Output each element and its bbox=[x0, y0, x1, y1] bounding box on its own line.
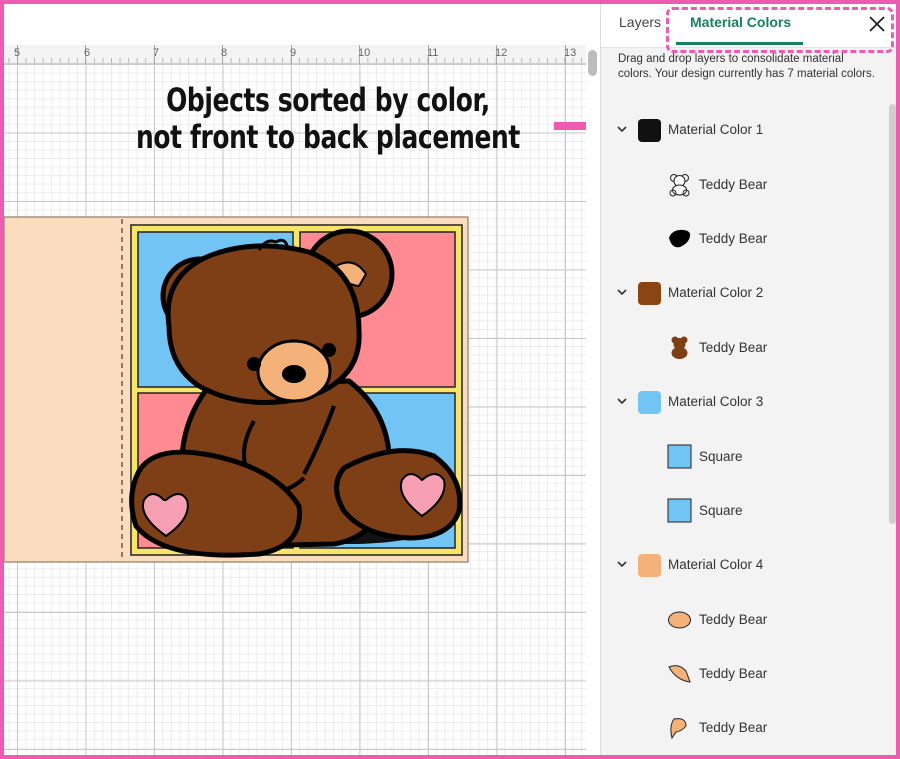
layer-label: Square bbox=[699, 449, 743, 464]
layer-label: Square bbox=[699, 503, 743, 518]
layer-label: Teddy Bear bbox=[699, 340, 768, 355]
panel-scrollbar[interactable] bbox=[889, 104, 896, 524]
layer-label: Teddy Bear bbox=[699, 666, 768, 681]
material-color-group[interactable]: Material Color 2 bbox=[601, 271, 889, 315]
panel-tabs: Layers Material Colors bbox=[601, 4, 897, 48]
help-text: Drag and drop layers to consolidate mate… bbox=[618, 53, 875, 80]
annotation-line-2: not front to back placement bbox=[136, 118, 520, 156]
layer-item[interactable]: Teddy Bear bbox=[601, 325, 889, 369]
material-color-label: Material Color 4 bbox=[668, 557, 764, 572]
layer-label: Teddy Bear bbox=[699, 177, 768, 192]
layer-item[interactable]: Square bbox=[601, 434, 889, 478]
chevron-down-icon[interactable] bbox=[616, 558, 628, 570]
ruler-label: 13 bbox=[564, 47, 577, 59]
material-color-label: Material Color 2 bbox=[668, 285, 764, 300]
pointer-arrow-icon bbox=[554, 122, 587, 130]
ruler-label: 8 bbox=[221, 47, 228, 59]
design-canvas[interactable]: 5 6 7 8 9 10 11 12 13 Objects sorted by … bbox=[4, 4, 587, 755]
layer-label: Teddy Bear bbox=[699, 720, 768, 735]
annotation-line-1: Objects sorted by color, bbox=[166, 81, 490, 119]
material-color-label: Material Color 1 bbox=[668, 122, 764, 137]
square-icon bbox=[667, 444, 692, 469]
ruler-label: 6 bbox=[84, 47, 91, 59]
ruler-label: 12 bbox=[495, 47, 508, 59]
color-swatch bbox=[638, 554, 661, 577]
ruler-label: 11 bbox=[427, 47, 439, 59]
layer-item[interactable]: Teddy Bear bbox=[601, 216, 889, 260]
canvas-scroll-thumb[interactable] bbox=[588, 50, 597, 76]
close-icon[interactable] bbox=[867, 14, 887, 34]
material-color-group[interactable]: Material Color 3 bbox=[601, 380, 889, 424]
chevron-down-icon[interactable] bbox=[616, 286, 628, 298]
bear-shadow-icon bbox=[669, 229, 691, 248]
color-swatch bbox=[638, 282, 661, 305]
bear-ear-icon bbox=[670, 718, 687, 740]
bear-body-icon bbox=[671, 336, 688, 359]
material-color-label: Material Color 3 bbox=[668, 394, 764, 409]
chevron-down-icon[interactable] bbox=[616, 123, 628, 135]
bear-ear-icon bbox=[668, 665, 691, 683]
square-icon bbox=[667, 498, 692, 523]
color-swatch bbox=[638, 391, 661, 414]
bear-muzzle-icon bbox=[668, 611, 691, 629]
layer-item[interactable]: Square bbox=[601, 488, 889, 532]
ruler-label: 9 bbox=[290, 47, 297, 59]
color-swatch bbox=[638, 119, 661, 142]
annotation-text: Objects sorted by color, not front to ba… bbox=[75, 82, 580, 156]
teddy-bear-card-design[interactable] bbox=[4, 216, 469, 563]
layer-item[interactable]: Teddy Bear bbox=[601, 651, 889, 695]
material-color-group[interactable]: Material Color 4 bbox=[601, 543, 889, 587]
tab-material-colors[interactable]: Material Colors bbox=[690, 14, 791, 30]
chevron-down-icon[interactable] bbox=[616, 395, 628, 407]
canvas-top-strip bbox=[4, 4, 587, 45]
layer-label: Teddy Bear bbox=[699, 231, 768, 246]
ruler-label: 5 bbox=[14, 47, 21, 59]
bear-outline-icon bbox=[669, 174, 690, 197]
canvas-scrollbar[interactable] bbox=[586, 46, 600, 755]
horizontal-ruler: 5 6 7 8 9 10 11 12 13 bbox=[4, 45, 587, 64]
layer-item[interactable]: Teddy Bear bbox=[601, 162, 889, 206]
layer-item[interactable]: Teddy Bear bbox=[601, 597, 889, 641]
material-colors-panel: Layers Material Colors Drag and drop lay… bbox=[600, 4, 897, 755]
layer-label: Teddy Bear bbox=[699, 612, 768, 627]
tab-layers[interactable]: Layers bbox=[619, 14, 661, 30]
active-tab-indicator bbox=[676, 42, 803, 45]
material-color-group[interactable]: Material Color 1 bbox=[601, 108, 889, 152]
layer-item[interactable]: Teddy Bear bbox=[601, 705, 889, 749]
ruler-label: 7 bbox=[153, 47, 160, 59]
ruler-label: 10 bbox=[358, 47, 371, 59]
